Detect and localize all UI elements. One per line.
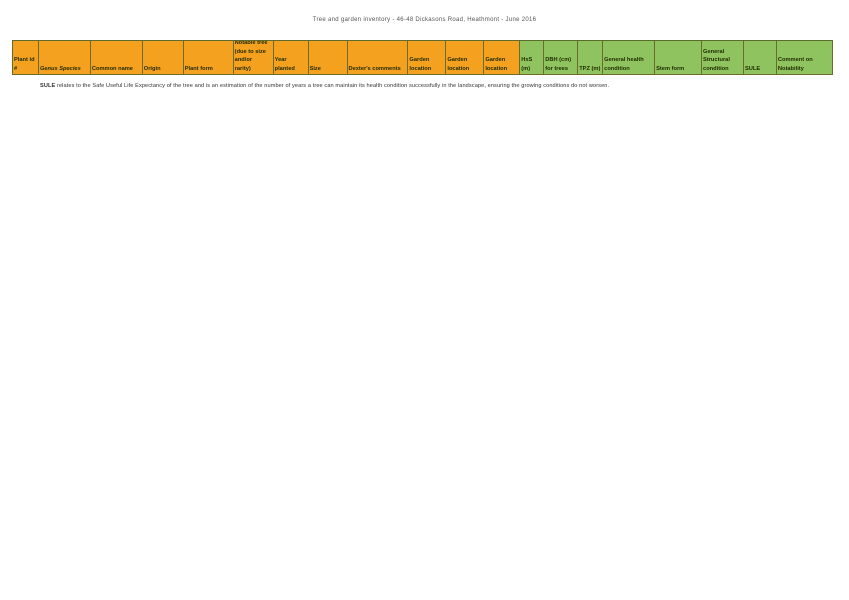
column-header: Genus Species (38, 41, 91, 75)
document-title: Tree and garden inventory - 46-48 Dickas… (312, 17, 537, 23)
column-header: Garden location (408, 41, 447, 75)
column-header: Dexter's comments (347, 41, 409, 75)
column-header: General health condition (603, 41, 656, 75)
column-header: Common name (90, 41, 143, 75)
sule-term: SULE (40, 83, 56, 89)
column-header: Origin (142, 41, 184, 75)
column-header: Plant id # (13, 41, 39, 75)
column-header: General Structural condition (702, 41, 744, 75)
sule-note: SULE relates to the Safe Useful Life Exp… (40, 83, 820, 89)
column-header: Size (308, 41, 348, 75)
column-header: Garden location (484, 41, 521, 75)
table-header-row: Plant id # Genus Species Common name Origin… (12, 40, 833, 75)
column-header: TPZ (m) (578, 41, 604, 75)
inventory-table: Plant id # Genus Species Common name Origin… (12, 40, 833, 75)
column-header: SULE (743, 41, 777, 75)
column-header: Plant form (183, 41, 234, 75)
column-header: HxS (m) (520, 41, 545, 75)
column-header: Notable tree (due to size and/or rarity) (233, 41, 274, 75)
column-header: DBH (cm) for trees (544, 41, 579, 75)
column-header: Comment on Notability (776, 41, 833, 75)
sule-note-text: relates to the Safe Useful Life Expectan… (55, 83, 610, 89)
column-header: Stem form (655, 41, 703, 75)
column-header: Year planted (273, 41, 309, 75)
column-header: Garden location (446, 41, 485, 75)
